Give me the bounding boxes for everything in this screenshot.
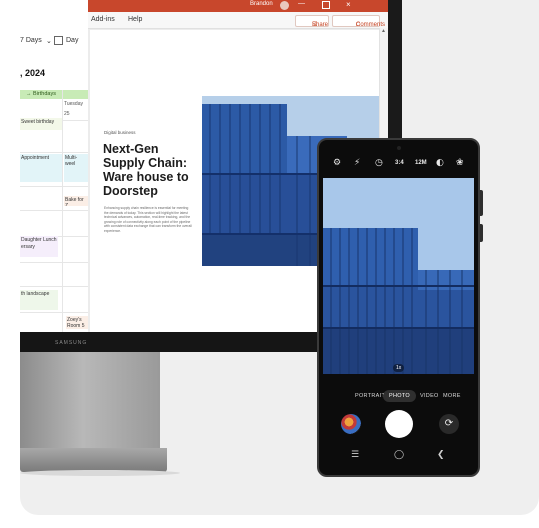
monitor-stand-base (20, 448, 167, 472)
viewfinder-image (323, 178, 474, 374)
calendar-window: 7 Days ⌄ Day , 2024 → Birthdays Tuesday … (20, 0, 88, 332)
calendar-toolbar: 7 Days ⌄ Day (20, 34, 88, 48)
slide-body-text[interactable]: Enhancing supply chain resilience is ess… (104, 206, 192, 234)
front-camera (397, 146, 401, 150)
grid-line (20, 286, 88, 287)
shutter-button[interactable] (385, 410, 413, 438)
volume-button (480, 190, 483, 216)
view-7days-button[interactable]: 7 Days (20, 37, 42, 44)
slide-eyebrow: Digital business (104, 130, 136, 135)
grid-line (20, 210, 88, 211)
title-bar: Brandon — × (88, 0, 388, 12)
ribbon: Add-ins Help ☑ Share □ Comments (88, 12, 388, 29)
share-label: Share (312, 22, 329, 28)
comments-button[interactable]: □ Comments (332, 15, 385, 28)
slide-title[interactable]: Next-Gen Supply Chain: Ware house to Doo… (103, 142, 213, 198)
chevron-down-icon[interactable]: ⌄ (46, 37, 52, 45)
resolution-button[interactable]: 12M (415, 160, 427, 166)
calendar-event[interactable]: Room 5 (66, 322, 88, 329)
calendar-event[interactable]: Bake for Z (64, 196, 88, 206)
grid-line (20, 262, 88, 263)
gallery-thumbnail[interactable] (341, 414, 361, 434)
menu-help[interactable]: Help (128, 16, 142, 23)
minimize-icon[interactable]: — (298, 0, 305, 7)
phone: ⚙ ⚡ ◷ 3:4 12M ◐ ❀ 1x PORTRAIT PHOTO VIDE… (317, 138, 480, 477)
mode-more[interactable]: MORE (443, 393, 461, 399)
calendar-icon[interactable] (54, 36, 63, 45)
camera-viewfinder[interactable] (323, 178, 474, 374)
calendar-event[interactable]: Appointment (20, 154, 62, 182)
timer-icon[interactable]: ◷ (375, 158, 383, 168)
grid-line (62, 90, 63, 332)
grid-line (20, 152, 88, 153)
recents-icon[interactable]: ☰ (351, 450, 359, 460)
calendar-event[interactable]: Sweet birthday (20, 118, 62, 130)
flash-icon[interactable]: ⚡ (354, 158, 360, 168)
calendar-date-heading: , 2024 (20, 68, 46, 78)
zoom-level[interactable]: 1x (393, 364, 405, 372)
filters-icon[interactable]: ❀ (456, 158, 464, 168)
product-scene: 7 Days ⌄ Day , 2024 → Birthdays Tuesday … (0, 0, 539, 528)
gear-icon[interactable]: ⚙ (333, 158, 341, 168)
back-icon[interactable]: ❮ (437, 450, 445, 460)
aspect-ratio-button[interactable]: 3:4 (395, 160, 404, 166)
calendar-event[interactable]: ersary (20, 243, 58, 257)
menu-addins[interactable]: Add-ins (91, 16, 115, 23)
mode-portrait[interactable]: PORTRAIT (355, 393, 385, 399)
share-button[interactable]: ☑ Share (295, 15, 329, 28)
phone-nav-bar: ☰ ◯ ❮ (319, 450, 478, 466)
calendar-event[interactable]: Multi-weel (64, 154, 88, 182)
monitor-stand (20, 352, 160, 448)
user-name: Brandon (250, 1, 273, 7)
grid-line (20, 186, 88, 187)
grid-line (20, 312, 88, 313)
maximize-icon[interactable] (322, 1, 330, 9)
side-button (480, 224, 483, 242)
calendar-event[interactable]: th landscape (20, 290, 58, 310)
avatar[interactable] (280, 1, 289, 10)
camera-top-bar: ⚙ ⚡ ◷ 3:4 12M ◐ ❀ (319, 154, 478, 178)
mode-photo[interactable]: PHOTO (383, 390, 416, 402)
scroll-up-icon[interactable]: ▲ (381, 28, 386, 34)
stand-shadow (20, 470, 180, 476)
camera-mode-selector: PORTRAIT PHOTO VIDEO MORE (319, 390, 478, 404)
close-icon[interactable]: × (346, 0, 351, 9)
flip-camera-icon[interactable]: ⟳ (439, 414, 459, 434)
motion-photo-icon[interactable]: ◐ (436, 158, 444, 168)
monitor-brand: SAMSUNG (55, 340, 88, 346)
mode-video[interactable]: VIDEO (420, 393, 439, 399)
view-day-button[interactable]: Day (66, 37, 78, 44)
home-icon[interactable]: ◯ (394, 450, 404, 460)
